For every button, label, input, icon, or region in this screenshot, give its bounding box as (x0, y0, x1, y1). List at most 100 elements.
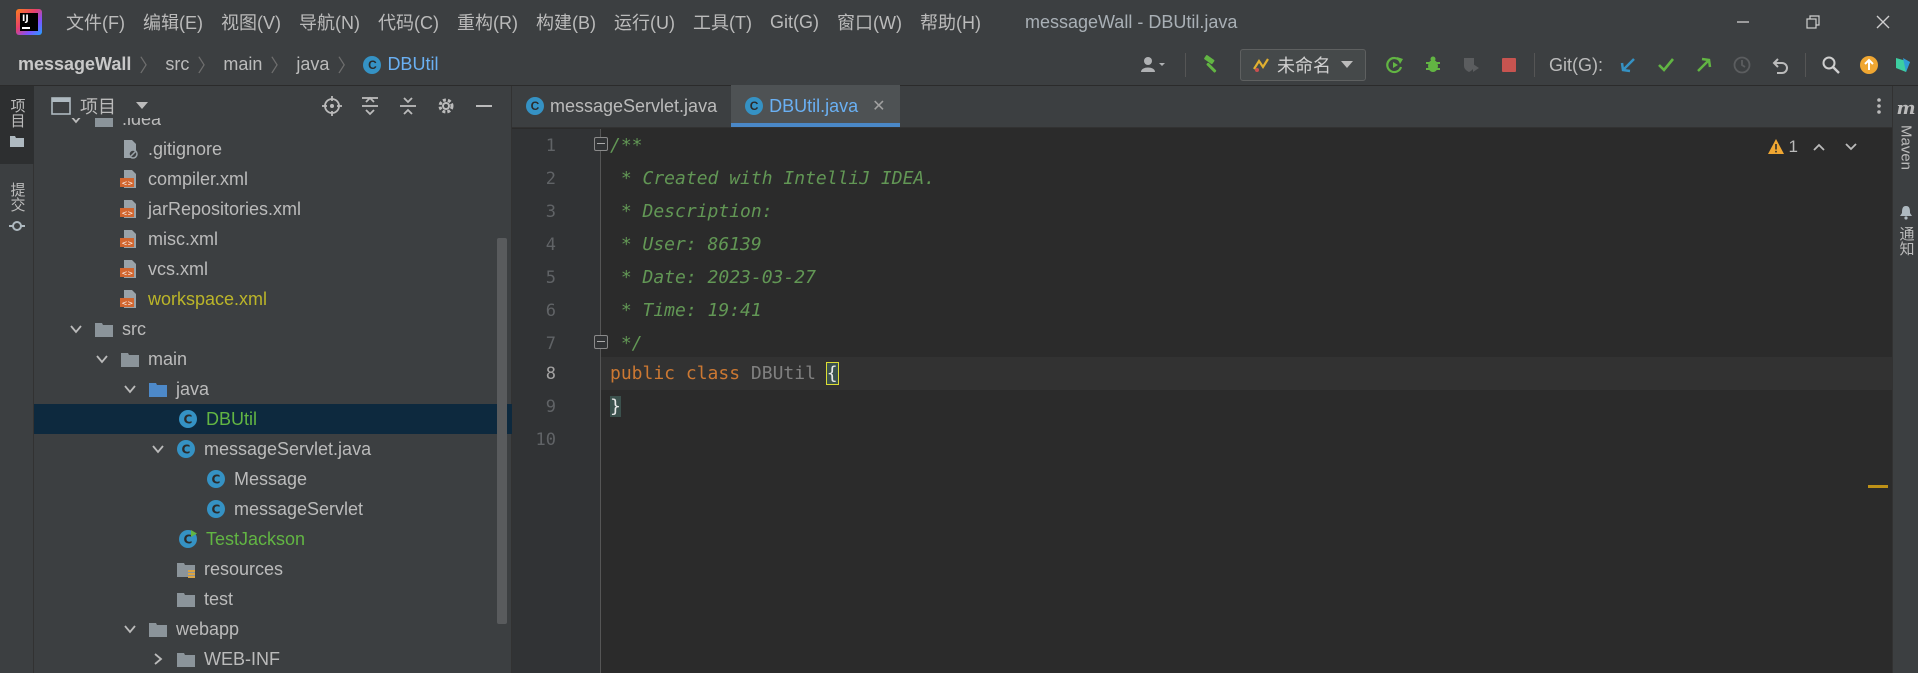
ide-update-button[interactable] (1850, 49, 1888, 81)
menu-help[interactable]: 帮助(H) (920, 9, 981, 35)
breadcrumb-current[interactable]: C DBUtil (363, 54, 438, 75)
tree-item-workspace-xml[interactable]: <> workspace.xml (34, 284, 512, 314)
tree-item-label: src (122, 318, 146, 339)
code-line-9: 9 } (512, 390, 1892, 423)
breadcrumb-main[interactable]: main (223, 54, 262, 75)
tree-item-messageservlet-java[interactable]: C messageServlet.java (34, 434, 512, 464)
tab-dbutil-java[interactable]: C DBUtil.java ✕ (731, 85, 900, 127)
tree-item-compiler-xml[interactable]: <> compiler.xml (34, 164, 512, 194)
menu-navigate[interactable]: 导航(N) (299, 9, 360, 35)
close-window-button[interactable] (1848, 0, 1918, 44)
stop-button[interactable] (1490, 49, 1528, 81)
code-editor[interactable]: 1 /** 2 * Created with IntelliJ IDEA. 3 … (512, 129, 1892, 673)
tree-item-resources-folder[interactable]: resources (34, 554, 512, 584)
tree-item-test-folder[interactable]: test (34, 584, 512, 614)
chevron-right-icon[interactable] (150, 651, 166, 667)
tree-item-testjackson[interactable]: C TestJackson (34, 524, 512, 554)
tree-item-java-folder[interactable]: java (34, 374, 512, 404)
tree-item-webapp-folder[interactable]: webapp (34, 614, 512, 644)
menu-window[interactable]: 窗口(W) (837, 9, 902, 35)
chevron-down-icon[interactable] (122, 621, 138, 637)
run-configuration-select[interactable]: 未命名 (1240, 49, 1366, 81)
tree-item-label: messageServlet (234, 498, 364, 519)
tree-item-misc-xml[interactable]: <> misc.xml (34, 224, 512, 254)
build-button[interactable] (1192, 49, 1230, 81)
menu-refactor[interactable]: 重构(R) (457, 9, 518, 35)
panel-settings-button[interactable] (427, 96, 465, 116)
git-update-button[interactable] (1609, 49, 1647, 81)
maven-icon: m (1896, 98, 1916, 119)
chevron-down-icon[interactable] (136, 102, 148, 110)
menu-edit[interactable]: 编辑(E) (143, 9, 203, 35)
search-everywhere-button[interactable] (1812, 49, 1850, 81)
hide-panel-button[interactable] (465, 96, 503, 116)
svg-text:<>: <> (122, 300, 134, 308)
collapse-all-button[interactable] (389, 96, 427, 116)
tree-item-main-folder[interactable]: main (34, 344, 512, 374)
project-view-icon (51, 97, 71, 115)
tree-item-src-folder[interactable]: src (34, 314, 512, 344)
tab-messageservlet-java[interactable]: C messageServlet.java (512, 85, 731, 127)
chevron-down-icon[interactable] (1844, 142, 1858, 152)
intellij-logo-icon[interactable]: IJ (16, 9, 42, 35)
git-push-button[interactable] (1685, 49, 1723, 81)
tree-item-web-inf-folder[interactable]: WEB-INF (34, 644, 512, 673)
line-number: 2 (545, 168, 556, 189)
inspection-widget[interactable]: 1 (1767, 137, 1862, 157)
menu-bar: IJ 文件(F) 编辑(E) 视图(V) 导航(N) 代码(C) 重构(R) 构… (0, 0, 1918, 44)
restore-button[interactable] (1778, 0, 1848, 44)
svg-text:C: C (182, 443, 191, 457)
menu-build[interactable]: 构建(B) (536, 9, 596, 35)
code-with-me-button[interactable] (1888, 49, 1918, 81)
chevron-down-icon[interactable] (68, 118, 84, 127)
menu-file[interactable]: 文件(F) (66, 9, 125, 35)
menu-tools[interactable]: 工具(T) (693, 9, 752, 35)
warning-stripe-marker[interactable] (1868, 485, 1888, 488)
menu-code[interactable]: 代码(C) (378, 9, 439, 35)
tab-options-button[interactable] (1876, 96, 1882, 121)
project-tool-tab[interactable]: 项目 (0, 86, 34, 164)
chevron-down-icon[interactable] (68, 321, 84, 337)
menu-git[interactable]: Git(G) (770, 12, 819, 33)
coverage-button[interactable] (1452, 49, 1490, 81)
tree-item-vcs-xml[interactable]: <> vcs.xml (34, 254, 512, 284)
chevron-down-icon[interactable] (94, 351, 110, 367)
account-button[interactable] (1127, 49, 1179, 81)
tree-item-idea-folder[interactable]: .idea (34, 118, 512, 134)
chevron-down-icon[interactable] (122, 381, 138, 397)
tree-item-gitignore[interactable]: .gitignore (34, 134, 512, 164)
git-rollback-button[interactable] (1761, 49, 1799, 81)
menu-run[interactable]: 运行(U) (614, 9, 675, 35)
notifications-tool-tab[interactable]: 通知 (1893, 204, 1918, 256)
debug-button[interactable] (1414, 49, 1452, 81)
folder-icon (94, 319, 114, 339)
chevron-up-icon[interactable] (1812, 142, 1826, 152)
menu-view[interactable]: 视图(V) (221, 9, 281, 35)
chevron-down-icon[interactable] (150, 441, 166, 457)
close-tab-icon[interactable]: ✕ (872, 96, 885, 116)
breadcrumb-src[interactable]: src (165, 54, 189, 75)
project-panel-title[interactable]: 项目 (80, 93, 116, 119)
breadcrumb-java[interactable]: java (296, 54, 329, 75)
breadcrumb-project[interactable]: messageWall (18, 54, 131, 75)
svg-text:C: C (184, 413, 193, 427)
tree-item-jarrepositories-xml[interactable]: <> jarRepositories.xml (34, 194, 512, 224)
line-number: 8 (545, 363, 556, 384)
code-text: * Description: (610, 201, 773, 222)
keyword-public: public (610, 362, 676, 384)
minimize-button[interactable] (1708, 0, 1778, 44)
code-text: * Date: 2023-03-27 (610, 267, 816, 288)
commit-tool-tab[interactable]: 提交 (0, 176, 34, 246)
git-commit-button[interactable] (1647, 49, 1685, 81)
tree-item-dbutil[interactable]: C DBUtil (34, 404, 512, 434)
maven-tool-tab[interactable]: m Maven (1893, 98, 1918, 170)
project-tree-scrollbar[interactable] (497, 238, 507, 624)
collapse-all-icon (400, 97, 416, 115)
commit-icon (9, 221, 25, 231)
expand-all-button[interactable] (351, 96, 389, 116)
git-history-button[interactable] (1723, 49, 1761, 81)
tree-item-messageservlet-class[interactable]: C messageServlet (34, 494, 512, 524)
rerun-button[interactable] (1376, 49, 1414, 81)
tree-item-message-class[interactable]: C Message (34, 464, 512, 494)
select-opened-file-button[interactable] (313, 96, 351, 116)
